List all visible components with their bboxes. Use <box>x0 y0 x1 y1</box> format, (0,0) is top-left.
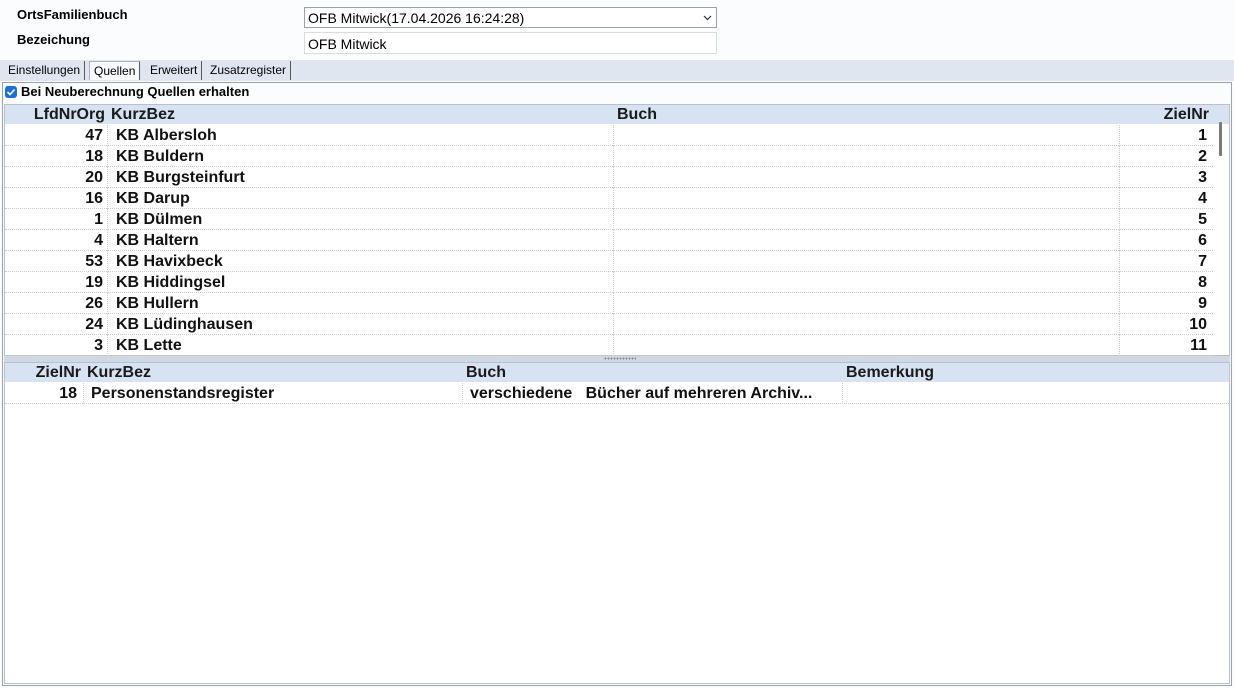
cell-lfdnrorg: 4 <box>94 232 103 249</box>
ofb-select[interactable]: OFB Mitwick(17.04.2026 16:24:28) <box>304 7 717 28</box>
col-zielnr-lower[interactable]: ZielNr <box>5 363 81 382</box>
chevron-down-icon <box>703 15 712 21</box>
cell-kurzbez: KB Hiddingsel <box>116 274 226 291</box>
cell-zielnr: 5 <box>1198 211 1207 228</box>
cell-kurzbez: KB Burgsteinfurt <box>116 169 245 186</box>
table-row[interactable]: 4 KB Haltern 6 <box>5 230 1213 251</box>
cell-zielnr: 10 <box>1189 316 1207 333</box>
cell-zielnr: 6 <box>1198 232 1207 249</box>
table-row[interactable]: 24 KB Lüdinghausen 10 <box>5 314 1213 335</box>
cell-kurzbez: KB Albersloh <box>116 127 217 144</box>
grip-icon <box>604 357 636 360</box>
cell-lfdnrorg: 19 <box>85 274 103 291</box>
cell-lfdnrorg: 53 <box>85 253 103 270</box>
table-row[interactable]: 53 KB Havixbeck 7 <box>5 251 1213 272</box>
col-kurzbez-lower[interactable]: KurzBez <box>87 363 151 382</box>
cell-kurzbez: Personenstandsregister <box>91 385 275 402</box>
ofb-label: OrtsFamilienbuch <box>17 7 128 22</box>
tab-zusatzregister[interactable]: Zusatzregister <box>206 61 292 80</box>
tab-quellen[interactable]: Quellen <box>89 61 141 80</box>
keep-sources-label: Bei Neuberechnung Quellen erhalten <box>21 84 250 99</box>
cell-zielnr: 18 <box>59 385 77 402</box>
tab-einstellungen[interactable]: Einstellungen <box>4 61 86 80</box>
table-row[interactable]: 18 Personenstandsregister verschiedene Büc… <box>5 383 1229 404</box>
cell-zielnr: 4 <box>1198 190 1207 207</box>
col-buch-lower[interactable]: Buch <box>466 363 506 382</box>
sources-grid-header: LfdNrOrg KurzBez Buch ZielNr <box>5 105 1229 124</box>
checkmark-icon <box>6 88 16 96</box>
target-grid: ZielNr KurzBez Buch Bemerkung 18 Personen… <box>4 362 1230 684</box>
cell-zielnr: 11 <box>1190 337 1207 354</box>
cell-lfdnrorg: 18 <box>85 148 103 165</box>
table-row[interactable]: 47 KB Albersloh 1 <box>5 125 1213 146</box>
cell-kurzbez: KB Dülmen <box>116 211 203 228</box>
cell-zielnr: 1 <box>1198 127 1207 144</box>
cell-lfdnrorg: 3 <box>94 337 103 354</box>
cell-kurzbez: KB Haltern <box>116 232 199 249</box>
bezeichung-input[interactable]: OFB Mitwick <box>304 32 717 54</box>
col-kurzbez[interactable]: KurzBez <box>111 105 175 124</box>
col-lfdnrorg[interactable]: LfdNrOrg <box>5 105 105 124</box>
cell-kurzbez: KB Lette <box>116 337 182 354</box>
ofb-select-value: OFB Mitwick(17.04.2026 16:24:28) <box>308 10 525 26</box>
cell-kurzbez: KB Hullern <box>116 295 199 312</box>
sources-grid: LfdNrOrg KurzBez Buch ZielNr 47 KB Albers… <box>4 104 1230 356</box>
target-grid-header: ZielNr KurzBez Buch Bemerkung <box>5 363 1229 382</box>
cell-zielnr: 9 <box>1198 295 1207 312</box>
col-bemerkung-lower[interactable]: Bemerkung <box>846 363 934 382</box>
cell-zielnr: 2 <box>1198 148 1207 165</box>
tab-erweitert[interactable]: Erweitert <box>146 61 203 80</box>
cell-lfdnrorg: 47 <box>85 127 103 144</box>
cell-lfdnrorg: 20 <box>85 169 103 186</box>
cell-buch: verschiedene Bücher auf mehreren Archiv.… <box>470 385 813 402</box>
keep-sources-checkbox[interactable] <box>5 86 17 98</box>
cell-lfdnrorg: 24 <box>85 316 103 333</box>
cell-lfdnrorg: 1 <box>94 211 103 228</box>
bezeichung-label: Bezeichung <box>17 32 90 47</box>
cell-lfdnrorg: 26 <box>85 295 103 312</box>
cell-kurzbez: KB Lüdinghausen <box>116 316 253 333</box>
cell-zielnr: 3 <box>1198 169 1207 186</box>
sources-scrollbar[interactable] <box>1214 122 1228 355</box>
cell-kurzbez: KB Buldern <box>116 148 204 165</box>
cell-kurzbez: KB Darup <box>116 190 190 207</box>
table-row[interactable]: 20 KB Burgsteinfurt 3 <box>5 167 1213 188</box>
cell-zielnr: 8 <box>1198 274 1207 291</box>
table-row[interactable]: 18 KB Buldern 2 <box>5 146 1213 167</box>
table-row[interactable]: 16 KB Darup 4 <box>5 188 1213 209</box>
table-row[interactable]: 26 KB Hullern 9 <box>5 293 1213 314</box>
col-buch[interactable]: Buch <box>617 105 657 124</box>
table-row[interactable]: 3 KB Lette 11 <box>5 335 1213 356</box>
cell-kurzbez: KB Havixbeck <box>116 253 223 270</box>
scroll-thumb[interactable] <box>1219 122 1222 156</box>
col-zielnr[interactable]: ZielNr <box>1125 105 1209 124</box>
cell-lfdnrorg: 16 <box>85 190 103 207</box>
table-row[interactable]: 19 KB Hiddingsel 8 <box>5 272 1213 293</box>
table-row[interactable]: 1 KB Dülmen 5 <box>5 209 1213 230</box>
cell-zielnr: 7 <box>1198 253 1207 270</box>
